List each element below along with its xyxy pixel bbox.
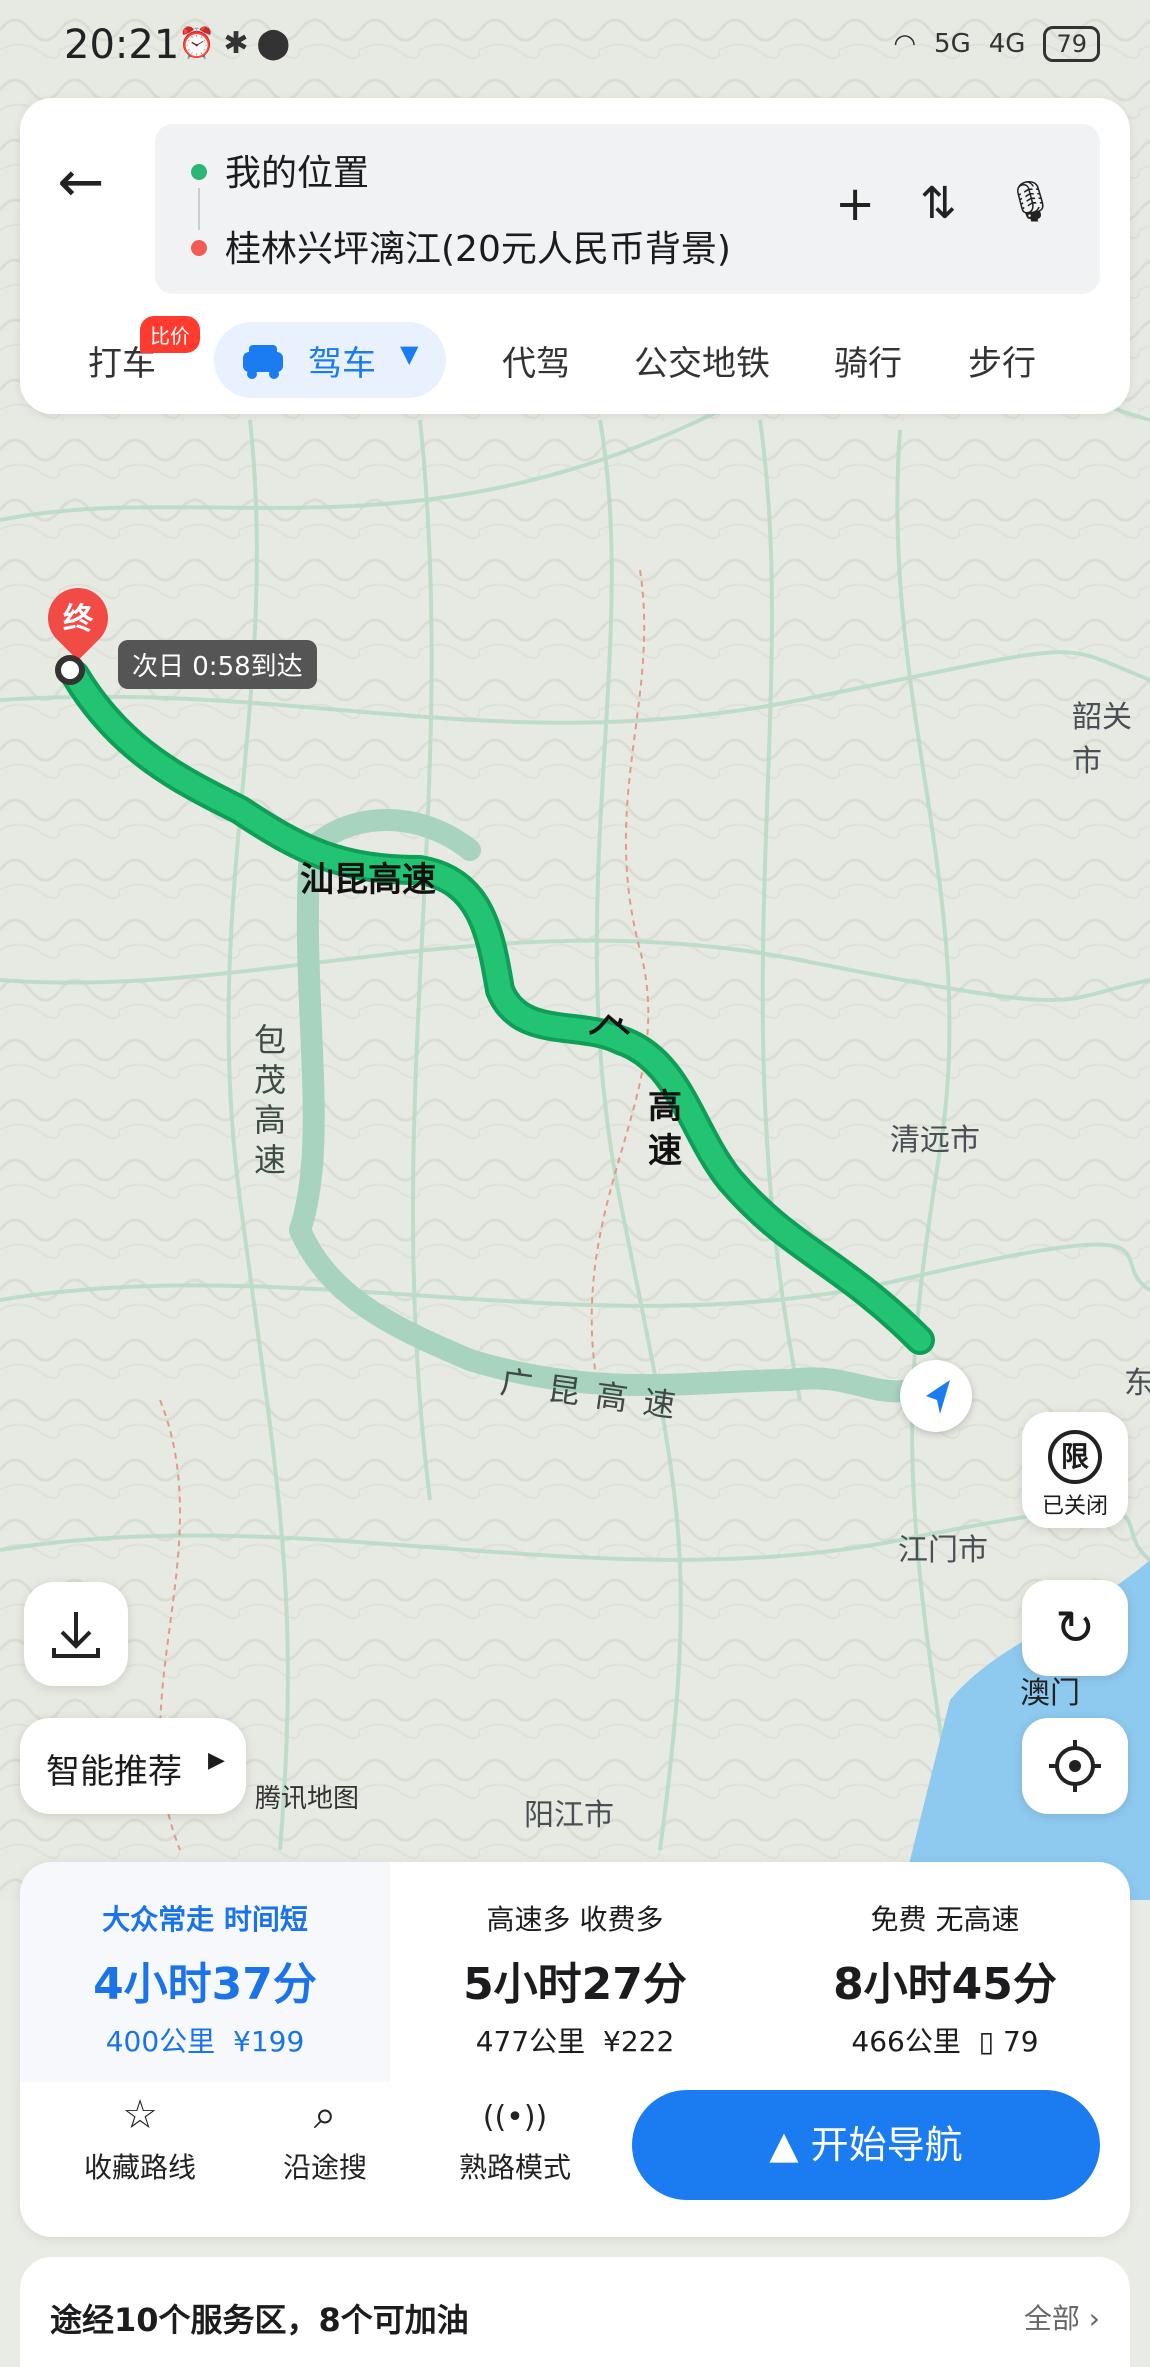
route-meta: 466公里 ▯ 79 bbox=[760, 2020, 1130, 2060]
locate-icon bbox=[1049, 1740, 1101, 1792]
smart-recommend-label: 智能推荐 bbox=[46, 1752, 182, 1792]
route-distance: 400公里 bbox=[105, 2025, 216, 2058]
map-attribution: 腾讯地图 bbox=[255, 1784, 360, 1814]
status-right: ◠ 5G 4G 79 bbox=[893, 26, 1100, 62]
add-waypoint-icon[interactable]: + bbox=[835, 176, 875, 232]
view-all-label: 全部 bbox=[1023, 2302, 1080, 2335]
swap-icon[interactable]: ⇅ bbox=[920, 178, 957, 229]
route-toll: ¥222 bbox=[603, 2025, 675, 2058]
smart-recommend-button[interactable]: 智能推荐 ▶ bbox=[20, 1718, 246, 1814]
signal-5g: 5G bbox=[934, 29, 971, 59]
navigation-arrow-icon bbox=[926, 1380, 950, 1414]
route-duration: 4小时37分 bbox=[93, 1959, 317, 2010]
route-tag: 高速多 收费多 bbox=[486, 1903, 664, 1936]
city-label: 江门市 bbox=[898, 1533, 988, 1568]
end-marker-label: 终 bbox=[63, 602, 93, 637]
chevron-right-icon: › bbox=[1088, 2302, 1100, 2335]
compare-price-badge: 比价 bbox=[140, 316, 200, 353]
service-areas-card[interactable]: 途经10个服务区，8个可加油 全部 › bbox=[20, 2257, 1130, 2367]
locate-button[interactable] bbox=[1022, 1718, 1128, 1814]
route-distance: 466公里 bbox=[851, 2025, 961, 2058]
tab-chauffeur[interactable]: 代驾 bbox=[502, 336, 570, 385]
route-traffic-lights: 79 bbox=[1002, 2025, 1039, 2058]
road-label: 包茂高速 bbox=[254, 1021, 287, 1179]
signal-4g: 4G bbox=[988, 29, 1026, 59]
microphone-icon[interactable]: 🎙 bbox=[1005, 178, 1056, 225]
route-option-2[interactable]: 高速多 收费多 5小时27分 477公里 ¥222 bbox=[390, 1862, 760, 2082]
alarm-icon: ⏰ bbox=[178, 26, 224, 61]
route-meta: 477公里 ¥222 bbox=[390, 2020, 760, 2060]
road-label: 汕昆高速 bbox=[300, 860, 436, 900]
start-navigation-label: 开始导航 bbox=[810, 2123, 963, 2167]
road-label: 高速 bbox=[648, 1087, 682, 1171]
play-triangle-icon: ▶ bbox=[208, 1748, 225, 1773]
tab-walk[interactable]: 步行 bbox=[968, 336, 1036, 385]
start-navigation-button[interactable]: ▲ 开始导航 bbox=[632, 2090, 1100, 2200]
restriction-icon: 限 bbox=[1048, 1430, 1102, 1484]
wifi-icon: ◠ bbox=[893, 29, 917, 59]
location-icon: ⬤ bbox=[256, 26, 299, 61]
arrival-time-tooltip: 次日 0:58到达 bbox=[118, 640, 317, 689]
tab-transit[interactable]: 公交地铁 bbox=[634, 336, 770, 385]
navigation-arrow-icon: ▲ bbox=[769, 2123, 799, 2167]
status-bar: 20:21 ⏰✱⬤ ◠ 5G 4G 79 bbox=[0, 0, 1150, 95]
restriction-label: 已关闭 bbox=[1041, 1494, 1108, 1519]
route-header-card: ← 我的位置 桂林兴坪漓江(20元人民币背景) + ⇅ 🎙 驾车 ▼ 打车 比价… bbox=[20, 98, 1130, 414]
route-connector bbox=[198, 188, 200, 230]
destination-field[interactable]: 桂林兴坪漓江(20元人民币背景) bbox=[225, 220, 731, 272]
route-duration: 8小时45分 bbox=[833, 1959, 1057, 2010]
car-icon bbox=[243, 345, 283, 379]
route-distance: 477公里 bbox=[475, 2025, 586, 2058]
route-duration: 5小时27分 bbox=[463, 1959, 687, 2010]
service-areas-summary: 途经10个服务区，8个可加油 bbox=[50, 2301, 469, 2339]
download-button[interactable] bbox=[24, 1582, 128, 1686]
dropdown-icon: ▼ bbox=[400, 340, 419, 368]
bluetooth-icon: ✱ bbox=[223, 26, 257, 61]
refresh-icon[interactable]: ↻ bbox=[1022, 1580, 1128, 1676]
current-location-marker bbox=[900, 1360, 972, 1432]
route-tag: 免费 无高速 bbox=[870, 1903, 1020, 1936]
view-all-link[interactable]: 全部 › bbox=[1024, 2297, 1100, 2337]
origin-field[interactable]: 我的位置 bbox=[225, 144, 369, 196]
route-tag: 大众常走 时间短 bbox=[102, 1903, 308, 1936]
tab-bike[interactable]: 骑行 bbox=[834, 336, 902, 385]
traffic-restriction-button[interactable]: 限 已关闭 bbox=[1022, 1412, 1128, 1528]
route-meta: 400公里 ¥199 bbox=[20, 2020, 390, 2060]
status-time: 20:21 bbox=[64, 22, 180, 68]
city-label: 东 bbox=[1124, 1366, 1150, 1401]
favorite-label: 收藏路线 bbox=[83, 2151, 196, 2184]
destination-dot bbox=[191, 240, 207, 256]
route-option-3[interactable]: 免费 无高速 8小时45分 466公里 ▯ 79 bbox=[760, 1862, 1130, 2082]
search-icon: ⌕ bbox=[313, 2092, 337, 2138]
city-label: 韶关市 bbox=[1072, 700, 1132, 779]
star-icon: ☆ bbox=[122, 2092, 158, 2138]
route-input-box: 我的位置 桂林兴坪漓江(20元人民币背景) + ⇅ 🎙 bbox=[155, 124, 1100, 294]
arrow-left-icon[interactable]: ← bbox=[46, 148, 116, 218]
battery-indicator: 79 bbox=[1043, 26, 1100, 62]
status-icons: ⏰✱⬤ bbox=[178, 26, 298, 61]
download-icon bbox=[52, 1612, 100, 1658]
city-label: 清远市 bbox=[890, 1123, 980, 1158]
favorite-route-button[interactable]: ☆ 收藏路线 bbox=[65, 2092, 215, 2186]
familiar-label: 熟路模式 bbox=[458, 2151, 571, 2184]
route-toll: ¥199 bbox=[233, 2025, 305, 2058]
search-along-button[interactable]: ⌕ 沿途搜 bbox=[250, 2092, 400, 2186]
tab-drive[interactable]: 驾车 ▼ bbox=[214, 322, 446, 398]
radio-waves-icon: ((•)) bbox=[482, 2100, 548, 2135]
origin-dot bbox=[191, 164, 207, 180]
city-label: 阳江市 bbox=[524, 1798, 614, 1833]
traffic-light-icon: ▯ bbox=[978, 2025, 995, 2058]
search-along-label: 沿途搜 bbox=[282, 2151, 367, 2184]
route-option-1[interactable]: 大众常走 时间短 4小时37分 400公里 ¥199 bbox=[20, 1862, 390, 2082]
travel-mode-tabs: 驾车 ▼ 打车 比价 代驾 公交地铁 骑行 步行 bbox=[20, 310, 1130, 400]
route-options-sheet: 大众常走 时间短 4小时37分 400公里 ¥199 高速多 收费多 5小时27… bbox=[20, 1862, 1130, 2237]
familiar-mode-button[interactable]: ((•)) 熟路模式 bbox=[435, 2092, 595, 2186]
destination-dot bbox=[55, 655, 85, 685]
tab-drive-label: 驾车 bbox=[308, 344, 376, 384]
